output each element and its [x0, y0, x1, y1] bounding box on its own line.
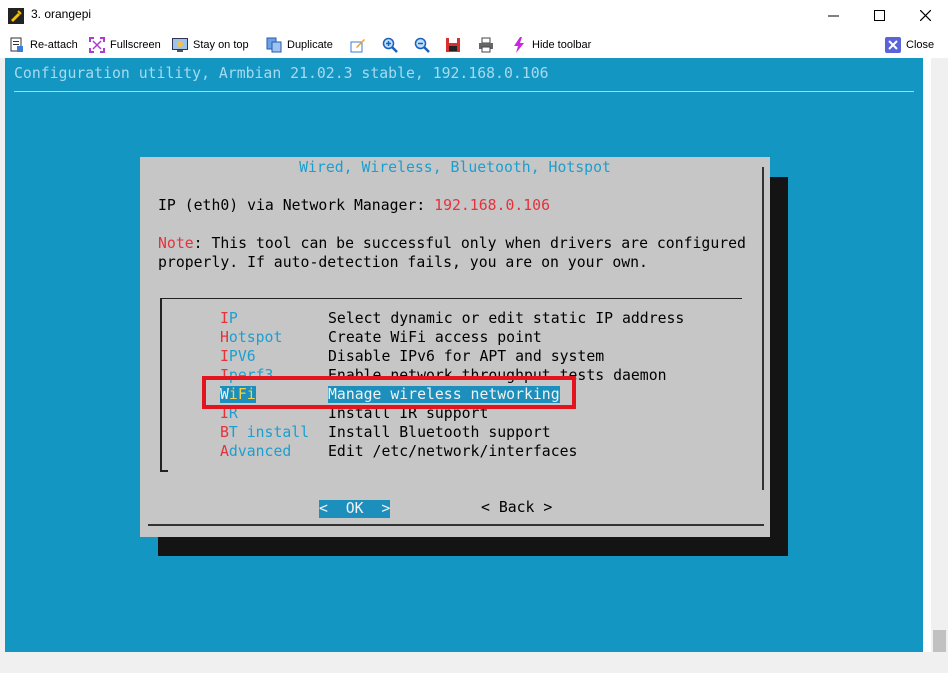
menu-key-rest: T install: [228, 424, 310, 441]
menu-key-rest: P: [228, 310, 238, 327]
fullscreen-label: Fullscreen: [110, 38, 161, 51]
ip-value: 192.168.0.106: [434, 197, 550, 214]
zoom-in-button[interactable]: [382, 31, 403, 58]
highlight-box: [202, 376, 576, 409]
note-text: : This tool can be successful only when …: [193, 235, 746, 252]
menu-desc: Select dynamic or edit static IP address: [328, 310, 685, 327]
edit-button[interactable]: [350, 31, 371, 58]
maximize-button[interactable]: [856, 0, 902, 31]
print-button[interactable]: [478, 31, 499, 58]
stay-on-top-icon: [172, 37, 188, 52]
duplicate-label: Duplicate: [287, 38, 333, 51]
print-icon: [479, 37, 493, 52]
menu-bottom-left-corner: [160, 470, 168, 472]
zoom-out-icon: [414, 37, 430, 53]
menu-desc: Edit /etc/network/interfaces: [328, 443, 578, 460]
stay-on-top-button[interactable]: Stay on top: [172, 31, 249, 58]
vertical-scrollbar[interactable]: [931, 58, 948, 673]
app-icon: [8, 8, 24, 24]
close-x-icon: [885, 36, 901, 53]
zoom-in-icon: [382, 37, 398, 53]
minimize-button[interactable]: [810, 0, 856, 31]
close-label: Close: [906, 38, 935, 51]
dialog-right-border: [762, 167, 764, 490]
note-label: Note: [158, 235, 194, 252]
minimize-icon: [827, 15, 839, 17]
menu-desc: Disable IPv6 for APT and system: [328, 348, 605, 365]
menu-desc: Create WiFi access point: [328, 329, 542, 346]
menu-hotkey: B: [220, 424, 229, 441]
menu-hotkey: I: [220, 348, 229, 365]
close-icon: [919, 10, 931, 21]
menu-hotkey: I: [220, 310, 229, 327]
ip-line: IP (eth0) via Network Manager: 192.168.0…: [158, 197, 550, 214]
dialog-title: Wired, Wireless, Bluetooth, Hotspot: [299, 159, 611, 176]
ip-label: IP (eth0) via Network Manager:: [158, 197, 435, 214]
zoom-out-button[interactable]: [414, 31, 435, 58]
fullscreen-icon: [89, 36, 105, 53]
menu-key-rest: dvanced: [228, 443, 292, 460]
scrollbar-thumb[interactable]: [933, 630, 946, 652]
hide-toolbar-button[interactable]: Hide toolbar: [511, 31, 591, 58]
maximize-icon: [873, 10, 885, 21]
toolbar: Re-attach Fullscreen Stay on top Duplica…: [0, 31, 948, 58]
menu-desc: Install Bluetooth support: [328, 424, 551, 441]
note-line-2: properly. If auto-detection fails, you a…: [158, 254, 648, 271]
reattach-label: Re-attach: [30, 38, 78, 51]
window-title: 3. orangepi: [31, 7, 92, 21]
dialog-bottom-border: [148, 524, 764, 526]
reattach-button[interactable]: Re-attach: [9, 31, 78, 58]
menu-hotkey: A: [220, 443, 229, 460]
menu-top-border: [160, 298, 742, 299]
terminal-header: Configuration utility, Armbian 21.02.3 s…: [14, 65, 549, 82]
menu-left-border: [160, 298, 162, 472]
terminal[interactable]: Configuration utility, Armbian 21.02.3 s…: [5, 58, 923, 652]
lightning-icon: [514, 36, 524, 53]
duplicate-icon: [266, 37, 282, 52]
title-bar: 3. orangepi: [0, 0, 948, 31]
close-session-button[interactable]: Close: [885, 31, 934, 58]
edit-icon: [350, 38, 365, 52]
window-close-button[interactable]: [902, 0, 948, 31]
ok-button[interactable]: < OK >: [319, 500, 391, 518]
back-button[interactable]: < Back >: [481, 499, 552, 516]
stay-on-top-label: Stay on top: [193, 38, 249, 51]
header-divider: [14, 91, 914, 92]
network-dialog: Wired, Wireless, Bluetooth, Hotspot IP (…: [140, 157, 770, 537]
reattach-icon: [10, 37, 23, 52]
hide-toolbar-label: Hide toolbar: [532, 38, 592, 51]
menu-hotkey: H: [220, 329, 229, 346]
bottom-strip: [0, 652, 931, 673]
menu-key-rest: PV6: [228, 348, 256, 365]
duplicate-button[interactable]: Duplicate: [266, 31, 333, 58]
save-icon: [446, 37, 460, 52]
save-button[interactable]: [445, 31, 466, 58]
menu-key-rest: otspot: [228, 329, 283, 346]
fullscreen-button[interactable]: Fullscreen: [89, 31, 161, 58]
note-line: Note: This tool can be successful only w…: [158, 235, 746, 252]
